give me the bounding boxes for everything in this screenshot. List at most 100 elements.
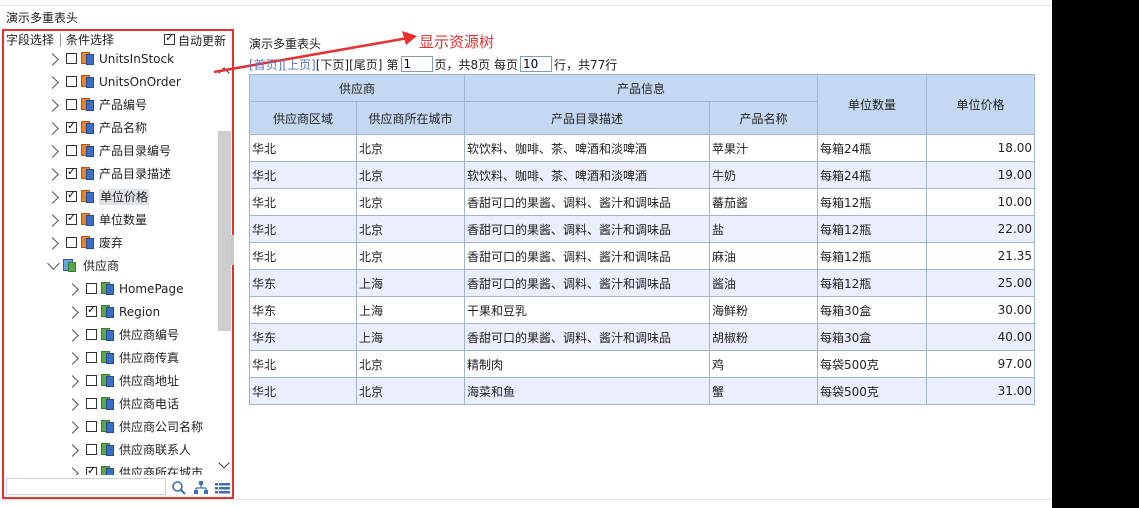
hierarchy-icon[interactable] xyxy=(193,480,209,496)
chevron-right-icon[interactable] xyxy=(66,375,79,388)
chevron-right-icon[interactable] xyxy=(46,145,59,158)
prev-page-link[interactable]: [上页] xyxy=(282,56,315,73)
tree-item-label: 供应商传真 xyxy=(119,351,180,365)
tree-item-checkbox[interactable] xyxy=(66,53,77,64)
auto-update-checkbox[interactable] xyxy=(164,31,175,45)
tree-item-checkbox[interactable] xyxy=(66,76,77,87)
tree-item[interactable]: 供应商电话 xyxy=(4,394,216,414)
chevron-right-icon[interactable] xyxy=(66,306,79,319)
tree-item[interactable]: 产品名称 xyxy=(4,118,216,138)
chevron-right-icon[interactable] xyxy=(46,237,59,250)
bottom-divider xyxy=(0,499,1052,500)
tree-item[interactable]: 产品编号 xyxy=(4,95,216,115)
tree-item-checkbox[interactable] xyxy=(86,464,97,475)
tree-item[interactable]: 供应商所在城市 xyxy=(4,463,216,475)
tree-item-checkbox[interactable] xyxy=(66,119,77,133)
table-cell: 华北 xyxy=(249,242,357,270)
table-cell: 北京 xyxy=(355,377,466,405)
tree-item[interactable]: UnitsOnOrder xyxy=(4,72,216,92)
tree-scrollbar[interactable] xyxy=(216,65,232,475)
tree-item[interactable]: UnitsInStock xyxy=(4,49,216,69)
tree-search-input[interactable] xyxy=(6,478,166,495)
tree-item[interactable]: 单位价格 xyxy=(4,187,216,207)
tab-condition-select[interactable]: 条件选择 xyxy=(66,32,114,48)
tree-item-checkbox[interactable] xyxy=(86,303,97,317)
chevron-right-icon[interactable] xyxy=(66,467,79,475)
tab-field-select[interactable]: 字段选择 xyxy=(6,32,54,48)
tree-item[interactable]: 单位数量 xyxy=(4,210,216,230)
table-row: 华北 北京 香甜可口的果酱、调料、酱汁和调味品盐每箱12瓶 22.00 xyxy=(249,215,1036,243)
table-cell: 华北 xyxy=(249,377,357,405)
tree-item[interactable]: HomePage xyxy=(4,279,216,299)
tree-item[interactable]: 废弃 xyxy=(4,233,216,253)
tree-item-label: UnitsInStock xyxy=(99,52,175,66)
tree-item-checkbox[interactable] xyxy=(86,329,97,340)
tree-item[interactable]: 供应商传真 xyxy=(4,348,216,368)
tree-item-label: HomePage xyxy=(119,282,184,296)
table-cell: 每箱12瓶 xyxy=(817,215,928,243)
table-cell: 北京 xyxy=(355,134,466,162)
chevron-right-icon[interactable] xyxy=(46,122,59,135)
tree-item[interactable]: 供应商公司名称 xyxy=(4,417,216,437)
tree-item-checkbox[interactable] xyxy=(66,165,77,179)
table-cell: 19.00 xyxy=(926,161,1036,189)
tree-item-checkbox[interactable] xyxy=(86,421,97,432)
table-cell: 牛奶 xyxy=(709,161,819,189)
chevron-right-icon[interactable] xyxy=(46,214,59,227)
chevron-right-icon[interactable] xyxy=(46,191,59,204)
table-cell: 每箱12瓶 xyxy=(817,242,928,270)
search-icon[interactable] xyxy=(171,480,187,496)
first-page-link[interactable]: [首页] xyxy=(249,56,282,73)
chevron-right-icon[interactable] xyxy=(66,329,79,342)
tree-item-checkbox[interactable] xyxy=(66,188,77,202)
tree-item-checkbox[interactable] xyxy=(66,211,77,225)
chevron-right-icon[interactable] xyxy=(46,99,59,112)
chevron-down-icon[interactable] xyxy=(47,257,60,270)
table-cell: 干果和豆乳 xyxy=(464,296,711,324)
tree-item-checkbox[interactable] xyxy=(66,145,77,156)
tree-item-checkbox[interactable] xyxy=(86,444,97,455)
black-margin xyxy=(1052,0,1139,508)
scroll-down-icon[interactable] xyxy=(218,457,230,469)
next-page-link[interactable]: [下页] xyxy=(316,56,349,73)
table-cell: 香甜可口的果酱、调料、酱汁和调味品 xyxy=(464,215,711,243)
chevron-right-icon[interactable] xyxy=(46,76,59,89)
field-icon xyxy=(81,52,94,65)
tree-item-checkbox[interactable] xyxy=(66,237,77,248)
chevron-right-icon[interactable] xyxy=(66,421,79,434)
tree-item[interactable]: 供应商 xyxy=(4,256,216,276)
field-icon xyxy=(81,75,94,88)
tree-item[interactable]: Region xyxy=(4,302,216,322)
chevron-right-icon[interactable] xyxy=(46,53,59,66)
tree-item[interactable]: 供应商联系人 xyxy=(4,440,216,460)
panel-splitter[interactable] xyxy=(231,235,234,265)
tree-item[interactable]: 产品目录编号 xyxy=(4,141,216,161)
tree-item-label: UnitsOnOrder xyxy=(99,75,181,89)
tree-item[interactable]: 产品目录描述 xyxy=(4,164,216,184)
tree-item-label: 单位价格 xyxy=(99,189,150,205)
tree-item-checkbox[interactable] xyxy=(86,375,97,386)
chevron-right-icon[interactable] xyxy=(66,352,79,365)
page-number-input[interactable] xyxy=(400,56,433,72)
chevron-right-icon[interactable] xyxy=(66,444,79,457)
tree-item[interactable]: 供应商编号 xyxy=(4,325,216,345)
tree-item[interactable]: 供应商地址 xyxy=(4,371,216,391)
table-cell: 蟹 xyxy=(709,377,819,405)
tree-item-checkbox[interactable] xyxy=(86,352,97,363)
field-icon xyxy=(81,98,94,111)
tree-item-checkbox[interactable] xyxy=(86,283,97,294)
list-icon[interactable] xyxy=(214,480,231,496)
last-page-link[interactable]: [尾页] xyxy=(349,56,382,73)
chevron-right-icon[interactable] xyxy=(66,398,79,411)
chevron-right-icon[interactable] xyxy=(66,283,79,296)
chevron-right-icon[interactable] xyxy=(46,168,59,181)
tree-item-label: 单位数量 xyxy=(99,213,148,227)
field-icon xyxy=(81,121,94,134)
table-cell: 软饮料、咖啡、茶、啤酒和淡啤酒 xyxy=(464,134,711,162)
rows-per-page-input[interactable] xyxy=(519,56,552,72)
tree-item-label: 供应商公司名称 xyxy=(119,420,204,434)
scroll-thumb[interactable] xyxy=(218,131,231,331)
header-supplier-city: 供应商所在城市 xyxy=(355,101,466,135)
tree-item-checkbox[interactable] xyxy=(66,99,77,110)
tree-item-checkbox[interactable] xyxy=(86,398,97,409)
